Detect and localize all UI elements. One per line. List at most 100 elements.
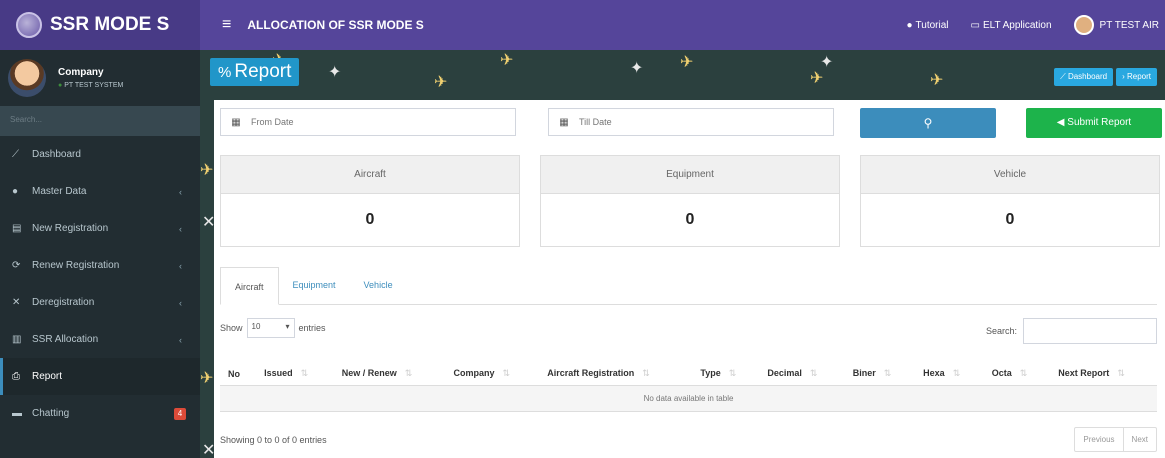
tab-vehicle[interactable]: Vehicle	[350, 266, 407, 304]
tab-aircraft[interactable]: Aircraft	[220, 267, 279, 305]
user-photo	[8, 59, 46, 97]
sidebar: Company ● PT TEST SYSTEM Search... ⟋ Das…	[0, 50, 200, 458]
column-header[interactable]: Aircraft Registration ⇅	[539, 362, 693, 386]
user-status: ● PT TEST SYSTEM	[58, 82, 123, 89]
table-header-row: No Issued ⇅ New / Renew ⇅ Company ⇅ Aircraf…	[220, 362, 1157, 386]
column-header[interactable]: Issued ⇅	[256, 362, 334, 386]
column-header-label: Aircraft Registration	[547, 368, 635, 378]
status-dot-icon: ●	[58, 82, 63, 89]
entries-value: 10	[251, 322, 261, 331]
logo-icon	[16, 12, 42, 38]
user-menu[interactable]: PT TEST AIR	[1073, 15, 1159, 35]
column-header-label: Octa	[991, 368, 1012, 378]
sidebar-item-new-registration[interactable]: ▤ New Registration ‹	[0, 210, 200, 247]
sidebar-item-label: Report	[32, 371, 63, 382]
send-icon: ◀	[1056, 117, 1065, 128]
chevron-left-icon: ‹	[179, 186, 182, 197]
entries-select[interactable]: 10 ▾	[246, 318, 295, 338]
column-header-label: Issued	[264, 368, 293, 378]
user-name: Company	[58, 67, 104, 78]
entries-length-control: Show 10 ▾ entries	[220, 318, 326, 338]
sidebar-item-deregistration[interactable]: ✕ Deregistration ‹	[0, 284, 200, 321]
previous-page-button[interactable]: Previous	[1075, 428, 1122, 451]
document-icon: ▤	[12, 223, 22, 234]
sidebar-search-input[interactable]: Search...	[0, 106, 200, 136]
bar-chart-icon: ▥	[12, 334, 22, 345]
airplane-icon: ✈	[930, 72, 944, 89]
database-icon: ●	[12, 186, 19, 197]
column-header[interactable]: Type ⇅	[692, 362, 760, 386]
breadcrumb: ⟋ Dashboard › Report	[1051, 68, 1157, 86]
submit-report-label: Submit Report	[1067, 117, 1132, 128]
column-header-label: Company	[453, 368, 495, 378]
sidebar-item-dashboard[interactable]: ⟋ Dashboard	[0, 136, 200, 173]
from-date-input[interactable]	[251, 117, 451, 127]
table-search-input[interactable]	[1023, 318, 1157, 344]
column-header[interactable]: Decimal ⇅	[759, 362, 845, 386]
filter-row: ▦ ▦ ⚲ ◀ Submit Report	[220, 108, 1162, 138]
calendar-icon: ▦	[559, 116, 569, 128]
airplane-icon: ✈	[200, 162, 214, 179]
aircraft-stat-box: Aircraft 0	[220, 155, 520, 247]
next-page-button[interactable]: Next	[1122, 428, 1156, 451]
print-icon: ⎙	[12, 371, 20, 382]
times-icon: ✕	[12, 297, 21, 308]
sidebar-item-renew-registration[interactable]: ⟳ Renew Registration ‹	[0, 247, 200, 284]
stat-label: Vehicle	[861, 156, 1159, 194]
sidebar-item-chatting[interactable]: ▬ Chatting 4	[0, 395, 200, 432]
sort-icon: ⇅	[1019, 368, 1028, 378]
from-date-field[interactable]: ▦	[220, 108, 516, 136]
sidebar-item-ssr-allocation[interactable]: ▥ SSR Allocation ‹	[0, 321, 200, 358]
column-header-label: Hexa	[923, 368, 945, 378]
dashboard-breadcrumb-button[interactable]: ⟋ Dashboard	[1054, 68, 1114, 86]
sidebar-item-label: Renew Registration	[32, 260, 120, 271]
report-table: No Issued ⇅ New / Renew ⇅ Company ⇅ Aircraf…	[220, 362, 1157, 412]
till-date-input[interactable]	[579, 117, 779, 127]
column-header[interactable]: Biner ⇅	[844, 362, 916, 386]
link-icon: %	[218, 63, 232, 81]
sidebar-item-master-data[interactable]: ● Master Data ‹	[0, 173, 200, 210]
sort-icon: ⇅	[883, 368, 892, 378]
column-header[interactable]: Next Report ⇅	[1050, 362, 1157, 386]
column-header[interactable]: Octa ⇅	[983, 362, 1051, 386]
column-header[interactable]: Company ⇅	[445, 362, 540, 386]
column-header[interactable]: No	[220, 362, 257, 386]
laptop-icon: ▭	[970, 19, 980, 31]
airplane-icon: ✈	[500, 52, 514, 69]
report-panel: ▦ ▦ ⚲ ◀ Submit Report Aircraft 0 Equipme…	[214, 100, 1165, 458]
search-icon: ⚲	[923, 116, 933, 130]
stat-value: 0	[861, 194, 1159, 246]
sidebar-item-label: Dashboard	[32, 149, 81, 160]
sort-icon: ⇅	[642, 368, 650, 378]
tutorial-link[interactable]: ● Tutorial	[906, 20, 948, 31]
elt-label: ELT Application	[982, 19, 1052, 31]
sort-icon: ⇅	[952, 368, 961, 378]
chevron-left-icon: ‹	[179, 297, 182, 308]
equipment-stat-box: Equipment 0	[540, 155, 840, 247]
top-navbar: SSR MODE S ≡ ALLOCATION OF SSR MODE S ● …	[0, 0, 1165, 50]
report-breadcrumb-label: Report	[1126, 72, 1151, 81]
chevron-down-icon: ▾	[285, 322, 290, 331]
chart-line-icon: ⟋	[12, 149, 19, 160]
hamburger-menu-icon[interactable]: ≡	[222, 16, 231, 34]
search-button[interactable]: ⚲	[860, 108, 996, 138]
question-circle-icon: ●	[906, 19, 913, 31]
dashboard-breadcrumb-label: Dashboard	[1067, 72, 1108, 81]
chevron-left-icon: ‹	[179, 334, 182, 345]
vehicle-stat-box: Vehicle 0	[860, 155, 1160, 247]
submit-report-button[interactable]: ◀ Submit Report	[1026, 108, 1162, 138]
column-header[interactable]: Hexa ⇅	[915, 362, 984, 386]
sort-icon: ⇅	[1117, 368, 1125, 378]
column-header[interactable]: New / Renew ⇅	[333, 362, 446, 386]
sidebar-item-report[interactable]: ⎙ Report	[0, 358, 200, 395]
show-label: Show	[220, 323, 243, 333]
brand-logo-area[interactable]: SSR MODE S	[0, 0, 200, 50]
airplane-icon: ✦	[328, 64, 342, 81]
sidebar-item-label: Deregistration	[32, 297, 95, 308]
report-breadcrumb-button[interactable]: › Report	[1116, 68, 1157, 86]
till-date-field[interactable]: ▦	[548, 108, 834, 136]
sort-icon: ⇅	[728, 368, 737, 378]
elt-application-link[interactable]: ▭ ELT Application	[971, 20, 1052, 31]
tab-equipment[interactable]: Equipment	[279, 266, 350, 304]
column-header-label: Biner	[852, 368, 876, 378]
